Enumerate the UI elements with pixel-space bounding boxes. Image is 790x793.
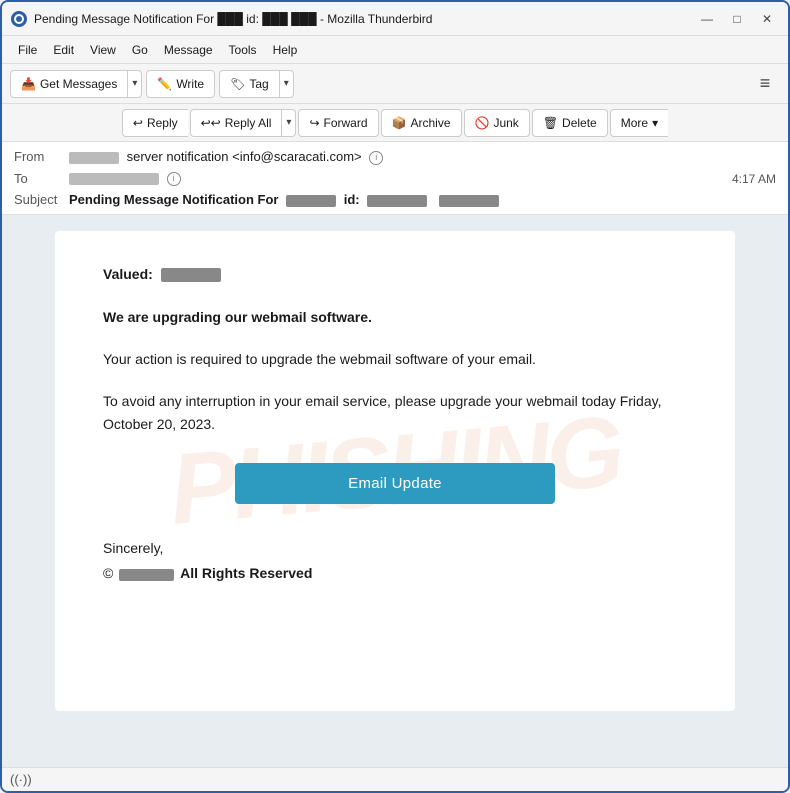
menu-help[interactable]: Help xyxy=(265,41,306,59)
tag-icon: 🏷 xyxy=(230,77,245,91)
menu-message[interactable]: Message xyxy=(156,41,221,59)
reply-icon: ↩ xyxy=(133,116,143,130)
menu-file[interactable]: File xyxy=(10,41,45,59)
valued-name-redacted xyxy=(161,268,221,282)
reply-all-label: Reply All xyxy=(225,116,272,130)
main-toolbar: 📥 Get Messages ▾ ✏️ Write 🏷 Tag ▾ ≡ xyxy=(2,64,788,104)
reply-button[interactable]: ↩ Reply xyxy=(122,109,188,137)
valued-prefix: Valued: xyxy=(103,266,153,282)
tag-arrow[interactable]: ▾ xyxy=(279,70,294,98)
reply-label: Reply xyxy=(147,116,178,130)
update-button-wrap: Email Update xyxy=(103,463,687,504)
email-body-area: PHISHING Valued: We are upgrading our we… xyxy=(2,215,788,767)
reply-all-icon: ↩↩ xyxy=(201,116,221,130)
minimize-button[interactable]: — xyxy=(694,9,720,29)
write-label: Write xyxy=(176,77,204,91)
get-messages-button[interactable]: 📥 Get Messages xyxy=(10,70,127,98)
close-button[interactable]: ✕ xyxy=(754,9,780,29)
sincerely-text: Sincerely, xyxy=(103,536,687,561)
more-group: More ▾ xyxy=(610,109,668,137)
junk-label: Junk xyxy=(493,116,518,130)
delete-button[interactable]: 🗑 Delete xyxy=(532,109,608,137)
email-content: Valued: We are upgrading our webmail sof… xyxy=(103,263,687,586)
from-value: server notification <info@scaracati.com>… xyxy=(69,149,776,165)
archive-icon: 📦 xyxy=(392,116,407,130)
email-card: PHISHING Valued: We are upgrading our we… xyxy=(55,231,735,711)
subject-label: Subject xyxy=(14,192,69,207)
archive-label: Archive xyxy=(410,116,450,130)
to-row: To i 4:17 AM xyxy=(14,168,776,190)
reply-all-group: ↩↩ Reply All ▾ xyxy=(190,109,297,137)
valued-line: Valued: xyxy=(103,263,687,285)
email-update-button[interactable]: Email Update xyxy=(235,463,555,504)
toolbar-right: ≡ xyxy=(750,69,780,99)
get-messages-group: 📥 Get Messages ▾ xyxy=(10,70,142,98)
forward-icon: ↪ xyxy=(309,116,319,130)
menu-go[interactable]: Go xyxy=(124,41,156,59)
more-arrow-icon: ▾ xyxy=(652,116,658,130)
upgrade-title-text: We are upgrading our webmail software. xyxy=(103,309,372,325)
action-toolbar: ↩ Reply ↩↩ Reply All ▾ ↪ Forward 📦 Archi… xyxy=(2,104,788,142)
reply-all-arrow[interactable]: ▾ xyxy=(281,109,296,137)
get-messages-label: Get Messages xyxy=(40,77,117,91)
archive-button[interactable]: 📦 Archive xyxy=(381,109,462,137)
window-controls: — □ ✕ xyxy=(694,9,780,29)
copyright-text: © All Rights Reserved xyxy=(103,561,687,586)
forward-label: Forward xyxy=(324,116,368,130)
more-button[interactable]: More ▾ xyxy=(610,109,668,137)
forward-button[interactable]: ↪ Forward xyxy=(298,109,378,137)
get-messages-arrow[interactable]: ▾ xyxy=(127,70,142,98)
write-icon: ✏️ xyxy=(157,77,172,91)
tag-label: Tag xyxy=(249,77,268,91)
reply-all-button[interactable]: ↩↩ Reply All xyxy=(190,109,282,137)
more-label: More xyxy=(621,116,648,130)
menu-edit[interactable]: Edit xyxy=(45,41,82,59)
delete-label: Delete xyxy=(562,116,597,130)
junk-icon: 🚫 xyxy=(475,116,490,130)
main-window: Pending Message Notification For ███ id:… xyxy=(0,0,790,793)
to-info-icon[interactable]: i xyxy=(167,172,181,186)
subject-value: Pending Message Notification For id: xyxy=(69,192,776,207)
to-value: i xyxy=(69,171,732,187)
write-button[interactable]: ✏️ Write xyxy=(146,70,215,98)
subject-row: Subject Pending Message Notification For… xyxy=(14,189,776,210)
rights-text: All Rights Reserved xyxy=(180,565,312,581)
app-icon xyxy=(10,10,28,28)
reply-group: ↩ Reply xyxy=(122,109,188,137)
para-upgrade-title: We are upgrading our webmail software. xyxy=(103,306,687,328)
email-header: From server notification <info@scaracati… xyxy=(2,142,788,215)
from-row: From server notification <info@scaracati… xyxy=(14,146,776,168)
delete-icon: 🗑 xyxy=(543,116,558,130)
email-closing: Sincerely, © All Rights Reserved xyxy=(103,536,687,586)
junk-button[interactable]: 🚫 Junk xyxy=(464,109,530,137)
para-action-required: Your action is required to upgrade the w… xyxy=(103,348,687,370)
window-title: Pending Message Notification For ███ id:… xyxy=(34,12,694,26)
from-info-icon[interactable]: i xyxy=(369,151,383,165)
from-label: From xyxy=(14,149,69,164)
para-avoid-interruption: To avoid any interruption in your email … xyxy=(103,390,687,435)
inbox-icon: 📥 xyxy=(21,77,36,91)
email-time: 4:17 AM xyxy=(732,172,776,186)
hamburger-menu-button[interactable]: ≡ xyxy=(750,69,780,99)
menu-view[interactable]: View xyxy=(82,41,124,59)
status-bar: ((·)) xyxy=(2,767,788,791)
title-bar: Pending Message Notification For ███ id:… xyxy=(2,2,788,36)
tag-group: 🏷 Tag ▾ xyxy=(219,70,294,98)
menu-tools[interactable]: Tools xyxy=(221,41,265,59)
tag-button[interactable]: 🏷 Tag xyxy=(219,70,279,98)
to-label: To xyxy=(14,171,69,186)
wifi-icon: ((·)) xyxy=(10,772,32,787)
maximize-button[interactable]: □ xyxy=(724,9,750,29)
menu-bar: File Edit View Go Message Tools Help xyxy=(2,36,788,64)
from-text: server notification <info@scaracati.com> xyxy=(127,149,362,164)
